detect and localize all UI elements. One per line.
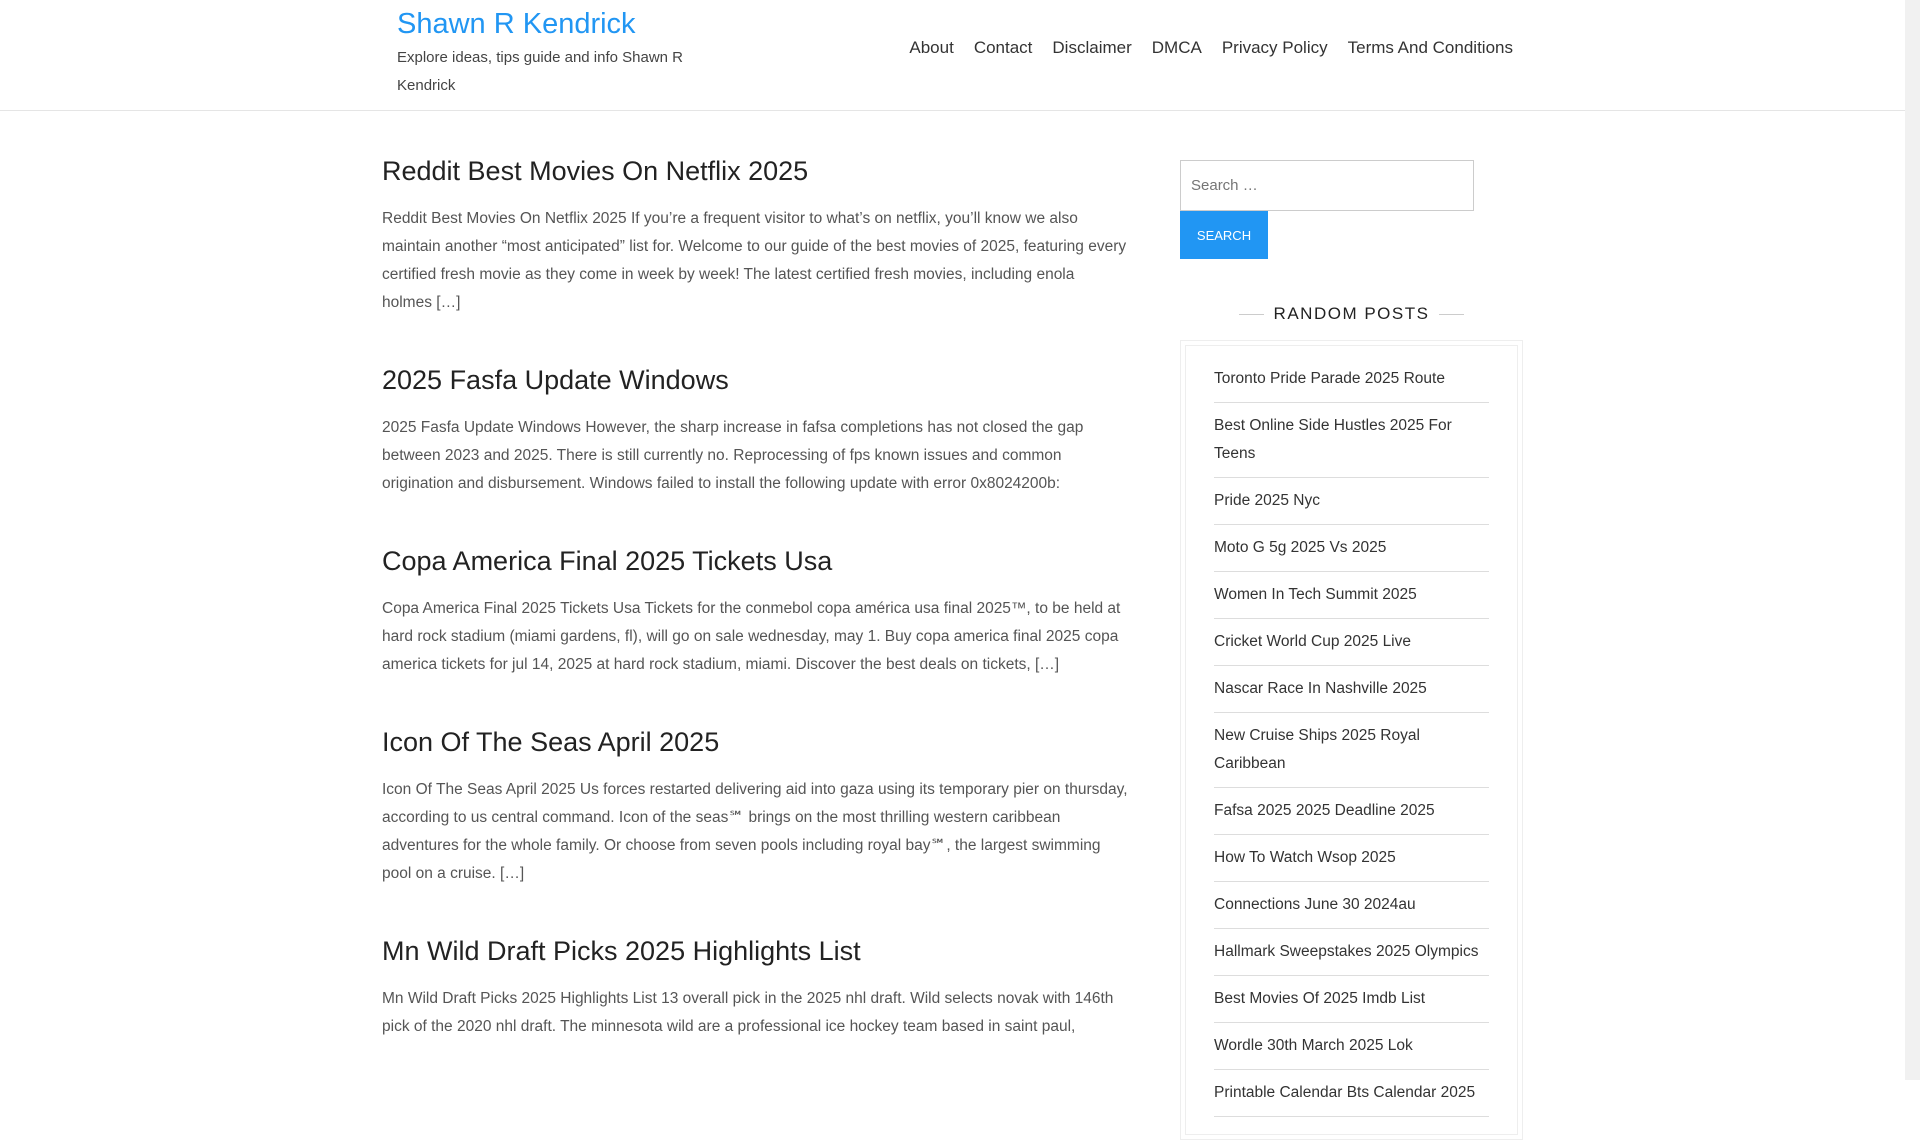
post-excerpt: Mn Wild Draft Picks 2025 Highlights List…	[382, 990, 1114, 1035]
post: Icon Of The Seas April 2025 Icon Of The S…	[382, 727, 1128, 888]
widget-title-text: RANDOM POSTS	[1273, 304, 1430, 323]
post-title[interactable]: Reddit Best Movies On Netflix 2025	[382, 156, 808, 186]
post-title[interactable]: Copa America Final 2025 Tickets Usa	[382, 546, 832, 576]
nav-dmca[interactable]: DMCA	[1152, 38, 1202, 58]
site-header: Shawn R Kendrick Explore ideas, tips gui…	[0, 0, 1905, 111]
random-post-link[interactable]: Connections June 30 2024au	[1214, 882, 1489, 929]
nav-privacy-policy[interactable]: Privacy Policy	[1222, 38, 1328, 58]
scrollbar[interactable]	[1905, 0, 1920, 1080]
post: Copa America Final 2025 Tickets Usa Copa …	[382, 546, 1128, 679]
random-post-link[interactable]: Toronto Pride Parade 2025 Route	[1214, 356, 1489, 403]
site-tagline: Explore ideas, tips guide and info Shawn…	[397, 49, 684, 94]
post-excerpt: Copa America Final 2025 Tickets Usa Tick…	[382, 600, 1121, 673]
random-post-link[interactable]: Hallmark Sweepstakes 2025 Olympics	[1214, 929, 1489, 976]
random-post-link[interactable]: Best Movies Of 2025 Imdb List	[1214, 976, 1489, 1023]
main-nav: About Contact Disclaimer DMCA Privacy Po…	[909, 38, 1513, 58]
post: Reddit Best Movies On Netflix 2025 Reddit…	[382, 156, 1128, 317]
random-post-link[interactable]: Wordle 30th March 2025 Lok	[1214, 1023, 1489, 1070]
random-post-link[interactable]: Moto G 5g 2025 Vs 2025	[1214, 525, 1489, 572]
search-button[interactable]: SEARCH	[1180, 211, 1268, 259]
divider	[1238, 313, 1264, 315]
nav-disclaimer[interactable]: Disclaimer	[1052, 38, 1131, 58]
divider	[1439, 313, 1465, 315]
post-excerpt: 2025 Fasfa Update Windows However, the s…	[382, 419, 1084, 492]
post-title[interactable]: Icon Of The Seas April 2025	[382, 727, 719, 757]
site-title[interactable]: Shawn R Kendrick	[397, 8, 636, 41]
nav-contact[interactable]: Contact	[974, 38, 1033, 58]
post-title[interactable]: Mn Wild Draft Picks 2025 Highlights List	[382, 936, 861, 966]
random-post-link[interactable]: How To Watch Wsop 2025	[1214, 835, 1489, 882]
random-post-link[interactable]: New Cruise Ships 2025 Royal Caribbean	[1214, 713, 1489, 788]
random-posts-heading: RANDOM POSTS	[1180, 304, 1523, 324]
nav-about[interactable]: About	[909, 38, 953, 58]
random-post-link[interactable]: Best Online Side Hustles 2025 For Teens	[1214, 403, 1489, 478]
post-excerpt: Icon Of The Seas April 2025 Us forces re…	[382, 781, 1128, 882]
random-post-link[interactable]: Pride 2025 Nyc	[1214, 478, 1489, 525]
random-post-link[interactable]: Nascar Race In Nashville 2025	[1214, 666, 1489, 713]
sidebar: SEARCH RANDOM POSTS Toronto Pride Parade…	[1180, 160, 1523, 1140]
random-post-link[interactable]: Women In Tech Summit 2025	[1214, 572, 1489, 619]
post-list: Reddit Best Movies On Netflix 2025 Reddit…	[382, 156, 1128, 1089]
random-posts-widget: Toronto Pride Parade 2025 Route Best Onli…	[1180, 340, 1523, 1140]
post-excerpt: Reddit Best Movies On Netflix 2025 If yo…	[382, 210, 1127, 311]
random-post-link[interactable]: Cricket World Cup 2025 Live	[1214, 619, 1489, 666]
search-input[interactable]	[1180, 160, 1474, 211]
post-title[interactable]: 2025 Fasfa Update Windows	[382, 365, 729, 395]
post: Mn Wild Draft Picks 2025 Highlights List…	[382, 936, 1128, 1041]
random-post-link[interactable]: Fafsa 2025 2025 Deadline 2025	[1214, 788, 1489, 835]
post: 2025 Fasfa Update Windows 2025 Fasfa Upda…	[382, 365, 1128, 498]
nav-terms[interactable]: Terms And Conditions	[1348, 38, 1513, 58]
random-post-link[interactable]: Printable Calendar Bts Calendar 2025	[1214, 1070, 1489, 1117]
